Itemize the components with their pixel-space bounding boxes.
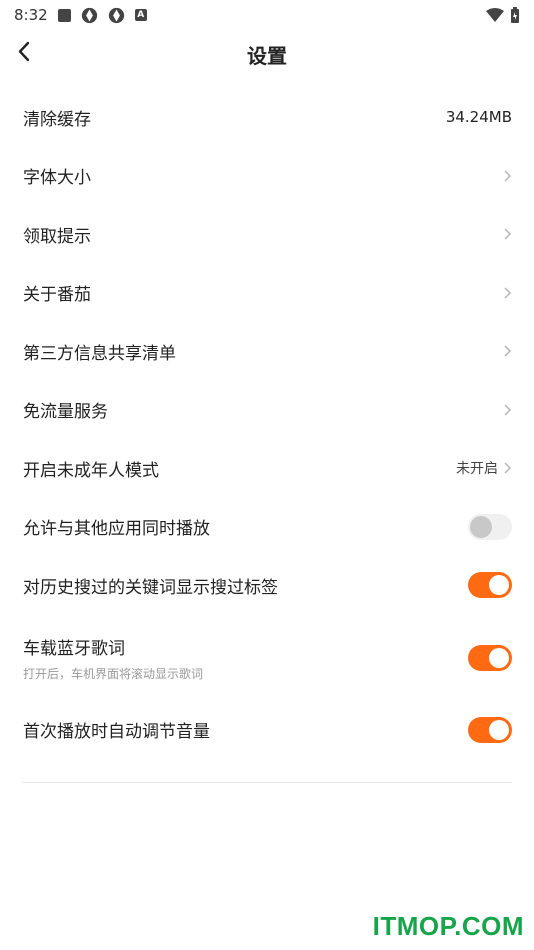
row-label: 首次播放时自动调节音量: [23, 722, 210, 743]
settings-list: 清除缓存 34.24MB 字体大小 领取提示 关于番茄 第三方信息共享清单 免流…: [0, 88, 534, 759]
auto-volume-row: 首次播放时自动调节音量: [0, 701, 534, 760]
row-label: 关于番茄: [23, 285, 91, 306]
header: 设置: [0, 30, 534, 76]
chevron-right-icon: [504, 345, 512, 357]
aperture-icon: [108, 7, 124, 23]
chevron-right-icon: [504, 170, 512, 182]
toggle-knob: [470, 515, 492, 538]
row-label: 第三方信息共享清单: [23, 343, 176, 364]
mix-playback-toggle[interactable]: [468, 513, 512, 540]
row-label: 车载蓝牙歌词: [23, 638, 125, 659]
row-label: 免流量服务: [23, 402, 108, 423]
row-label: 开启未成年人模式: [23, 460, 159, 481]
row-label: 对历史搜过的关键词显示搜过标签: [23, 577, 278, 598]
stop-square-icon: [57, 8, 71, 22]
toggle-knob: [489, 647, 509, 668]
about-row[interactable]: 关于番茄: [0, 264, 534, 323]
third-party-sharing-row[interactable]: 第三方信息共享清单: [0, 322, 534, 381]
chevron-right-icon: [504, 404, 512, 416]
status-bar: 8:32 A: [0, 0, 534, 30]
mix-playback-row: 允许与其他应用同时播放: [0, 498, 534, 557]
row-label: 清除缓存: [23, 109, 91, 130]
watermark-logo: ITMOP.COM: [372, 911, 524, 941]
font-size-row[interactable]: 字体大小: [0, 147, 534, 206]
toggle-knob: [489, 719, 509, 740]
row-label: 领取提示: [23, 226, 91, 247]
chevron-right-icon: [504, 287, 512, 299]
chevron-right-icon: [504, 228, 512, 240]
row-label: 字体大小: [23, 168, 91, 189]
aperture-icon: [81, 7, 97, 23]
chevron-right-icon: [504, 462, 512, 474]
status-time: 8:32: [14, 6, 48, 24]
page-title: 设置: [247, 44, 287, 68]
clear-cache-row[interactable]: 清除缓存 34.24MB: [0, 88, 534, 147]
toggle-knob: [489, 575, 509, 596]
minor-mode-row[interactable]: 开启未成年人模式 未开启: [0, 439, 534, 498]
divider: [22, 782, 512, 783]
free-data-row[interactable]: 免流量服务: [0, 381, 534, 440]
minor-mode-status: 未开启: [456, 461, 498, 478]
search-history-tag-toggle[interactable]: [468, 572, 512, 599]
auto-volume-toggle[interactable]: [468, 716, 512, 743]
row-label: 允许与其他应用同时播放: [23, 519, 210, 540]
car-lyrics-row: 车载蓝牙歌词 打开后，车机界面将滚动显示歌词: [0, 615, 534, 701]
font-a-icon: A: [134, 9, 147, 21]
battery-icon: [511, 7, 519, 23]
wifi-icon: [486, 8, 504, 22]
cache-size-value: 34.24MB: [445, 108, 512, 127]
search-history-tag-row: 对历史搜过的关键词显示搜过标签: [0, 556, 534, 615]
car-lyrics-toggle[interactable]: [468, 644, 512, 671]
claim-tips-row[interactable]: 领取提示: [0, 205, 534, 264]
row-subtitle: 打开后，车机界面将滚动显示歌词: [23, 666, 204, 681]
